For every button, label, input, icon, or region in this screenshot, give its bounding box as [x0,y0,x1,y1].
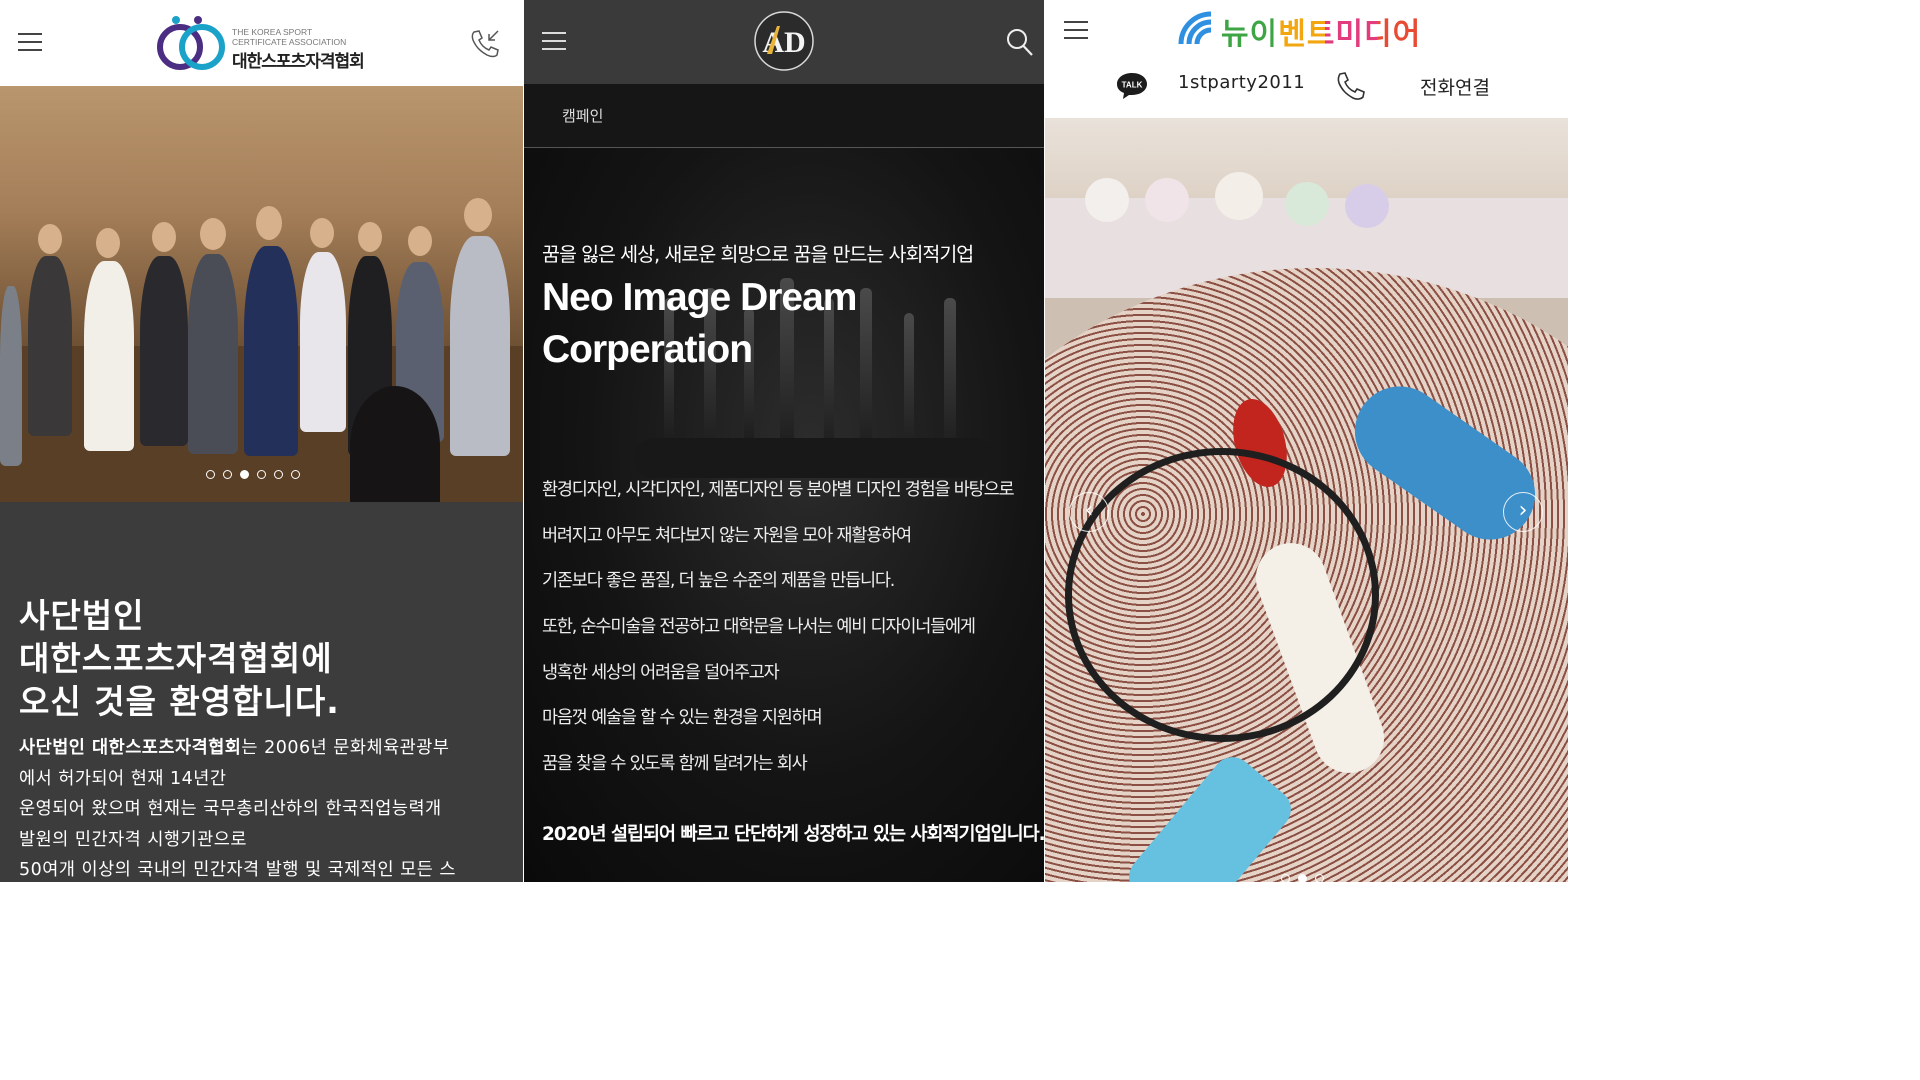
search-icon[interactable] [1006,27,1034,57]
logo-text: 뉴이벤트미디어 [1221,9,1421,53]
menu-icon[interactable] [542,32,566,50]
welcome-heading: 사단법인 대한스포츠자격협회에 오신 것을 환영합니다. [19,596,340,721]
rings-logo-icon [157,16,225,70]
slider-dot[interactable] [1315,874,1324,882]
slider-dot[interactable] [223,470,232,479]
ad-logo-icon[interactable]: AD [753,10,815,72]
kakaotalk-icon[interactable]: TALK [1115,70,1149,100]
svg-text:AD: AD [762,26,805,59]
call-button[interactable]: 전화연결 [1420,73,1490,100]
prev-slide-button[interactable]: ‹ [1069,492,1109,532]
header: AD [524,0,1044,84]
panel-sport-association: THE KOREA SPORT CERTIFICATE ASSOCIATION … [0,0,523,882]
association-logo[interactable]: THE KOREA SPORT CERTIFICATE ASSOCIATION … [154,14,384,74]
slider-dot-active[interactable] [1298,874,1307,882]
svg-text:TALK: TALK [1122,81,1143,90]
slider-dot[interactable] [274,470,283,479]
slider-dot[interactable] [1281,874,1290,882]
slider-dot[interactable] [257,470,266,479]
slider-dots[interactable] [1281,874,1324,882]
next-slide-button[interactable]: › [1503,492,1543,532]
intro-text: 사단법인 대한스포츠자격협회는 2006년 문화체육관광부 에서 허가되어 현재… [19,738,456,880]
description-lines: 환경디자인, 시각디자인, 제품디자인 등 분야별 디자인 경험을 바탕으로 버… [542,480,1015,775]
hero-slider[interactable] [0,86,523,502]
header: THE KOREA SPORT CERTIFICATE ASSOCIATION … [0,0,523,86]
new-event-media-logo[interactable]: 뉴이벤트미디어 [1175,6,1445,56]
panel-neo-image-dream: AD 캠페인 꿈을 잃은 세상, 새로운 희망으로 꿈을 만드는 사회적기업 N… [524,0,1044,882]
logo-english: THE KOREA SPORT CERTIFICATE ASSOCIATION [232,27,347,47]
slider-dots[interactable] [206,470,300,482]
nav-bar: 캠페인 [524,84,1044,148]
phone-icon[interactable] [468,27,502,61]
menu-icon[interactable] [18,33,42,51]
contact-bar: TALK 1stparty2011 전화연결 [1045,62,1568,118]
company-title: Neo Image Dream Corperation [542,276,857,371]
closing-statement: 2020년 설립되어 빠르고 단단하게 성장하고 있는 사회적기업입니다. [542,824,1044,845]
nav-item-campaign[interactable]: 캠페인 [562,105,603,126]
menu-icon[interactable] [1064,21,1088,39]
subtitle: 꿈을 잃은 세상, 새로운 희망으로 꿈을 만드는 사회적기업 [542,243,974,266]
slider-dot-active[interactable] [240,470,249,479]
logo-korean: 대한스포츠자격협회 [232,52,365,72]
kakao-id[interactable]: 1stparty2011 [1178,72,1305,93]
hero-photo-slider[interactable] [1045,118,1568,882]
phone-icon[interactable] [1333,70,1367,104]
slider-dot[interactable] [206,470,215,479]
photographer-silhouette [350,386,440,502]
signal-arcs-icon [1178,11,1212,45]
slider-dot[interactable] [291,470,300,479]
panel-new-event-media: 뉴이벤트미디어 TALK 1stparty2011 전화연결 ‹ › [1045,0,1568,882]
